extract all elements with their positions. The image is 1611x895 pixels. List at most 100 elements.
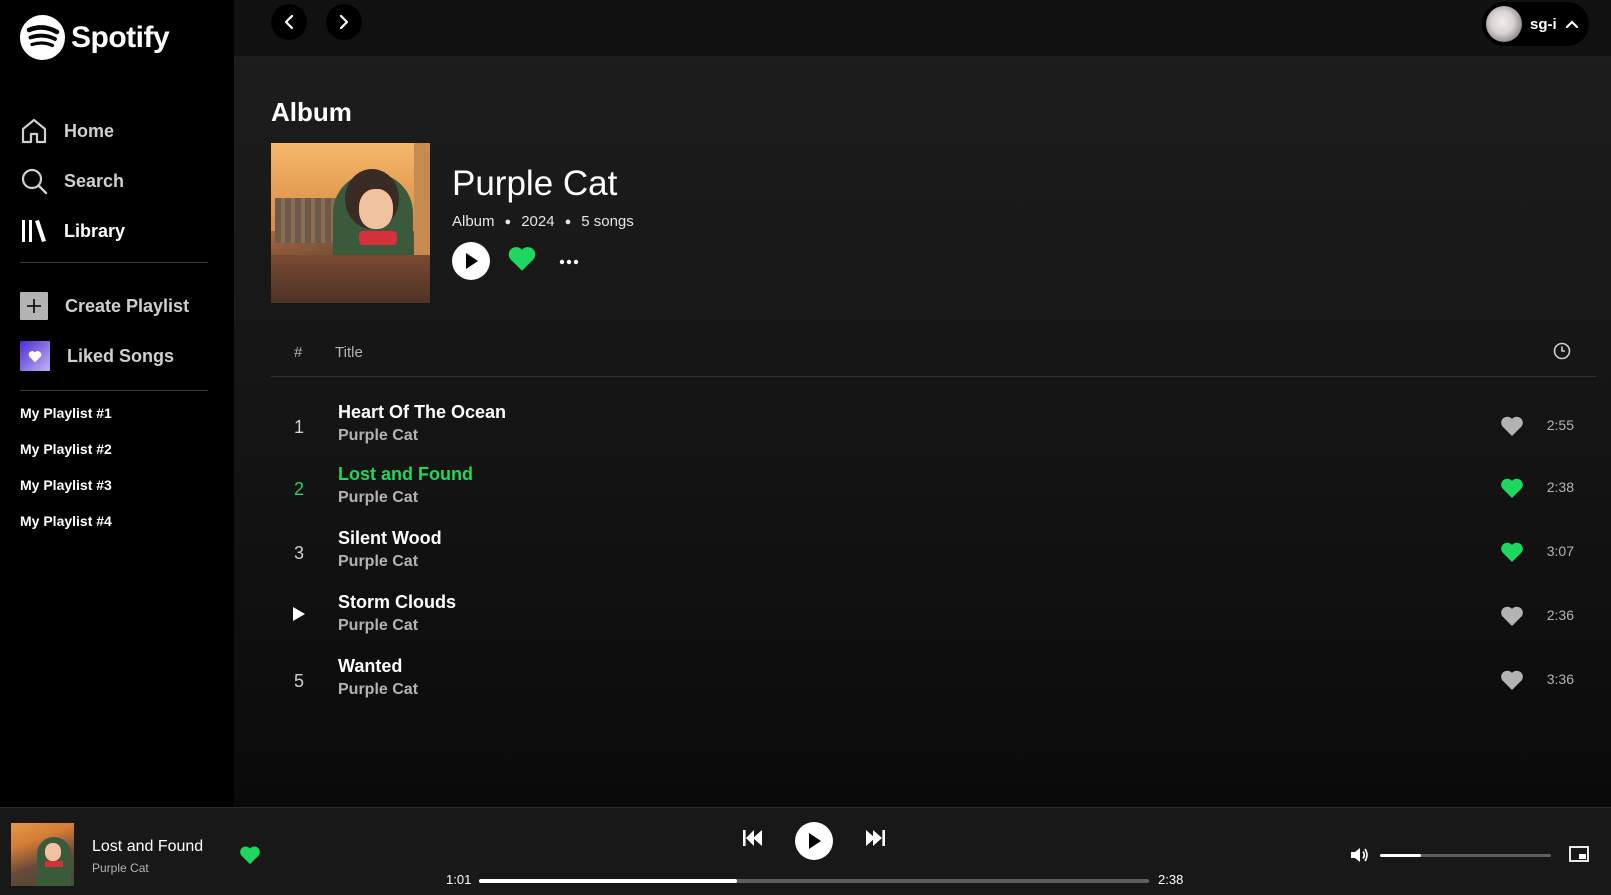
play-icon (466, 253, 478, 269)
chevron-right-icon (339, 14, 349, 30)
username: sg-i (1530, 15, 1557, 33)
column-title: Title (335, 344, 363, 361)
liked-songs-button[interactable]: Liked Songs (20, 341, 174, 371)
miniplayer-button[interactable] (1569, 846, 1589, 867)
track-duration: 2:38 (1546, 479, 1574, 495)
playlist-item[interactable]: My Playlist #2 (20, 441, 112, 477)
main-content: sg-i Album Purple Cat Album ● 2024 ● 5 s… (234, 0, 1611, 807)
topbar: sg-i (234, 0, 1611, 56)
play-pause-button[interactable] (795, 822, 833, 860)
progress-bar[interactable] (479, 879, 1149, 883)
track-play-button[interactable] (289, 606, 309, 627)
heart-icon (1501, 416, 1523, 436)
sidebar-item-home[interactable]: Home (20, 106, 125, 156)
track-row[interactable]: 2 Lost and Found Purple Cat 2:38 (271, 459, 1596, 523)
more-options-button[interactable] (559, 252, 579, 270)
spotify-wordmark: Spotify (71, 20, 170, 54)
spotify-logo[interactable]: Spotify (20, 15, 170, 60)
column-number: # (294, 344, 303, 361)
track-row[interactable]: Storm Clouds Purple Cat 2:36 (271, 587, 1596, 651)
avatar (1486, 6, 1522, 42)
track-number: 2 (293, 479, 304, 499)
user-menu-button[interactable]: sg-i (1482, 2, 1589, 46)
sidebar-nav: Home Search Library (20, 106, 125, 256)
track-title[interactable]: Storm Clouds (338, 592, 456, 613)
track-like-button[interactable] (1500, 669, 1524, 696)
track-title[interactable]: Wanted (338, 656, 402, 677)
now-playing-like-button[interactable] (239, 845, 261, 870)
search-icon (21, 168, 48, 195)
sidebar-divider (20, 262, 208, 263)
track-artist[interactable]: Purple Cat (338, 681, 418, 699)
home-icon (21, 118, 47, 144)
miniplayer-icon (1569, 846, 1589, 862)
previous-button[interactable] (742, 828, 764, 853)
track-duration: 3:36 (1546, 671, 1574, 687)
track-title[interactable]: Silent Wood (338, 528, 442, 549)
now-playing-cover[interactable] (11, 823, 74, 886)
heart-icon (240, 846, 260, 865)
track-title[interactable]: Heart Of The Ocean (338, 402, 506, 423)
sidebar-item-label: Search (64, 170, 125, 191)
total-time: 2:38 (1158, 872, 1184, 887)
sidebar-item-library[interactable]: Library (20, 206, 125, 256)
album-title: Purple Cat (452, 164, 618, 203)
volume-fill (1380, 854, 1422, 857)
track-duration: 3:07 (1546, 543, 1574, 559)
page-title: Album (271, 97, 352, 127)
track-artist[interactable]: Purple Cat (338, 617, 418, 635)
skip-forward-icon (866, 830, 885, 846)
album-actions (452, 242, 579, 280)
create-playlist-button[interactable]: Create Playlist (20, 292, 189, 320)
volume-slider[interactable] (1380, 854, 1551, 857)
playlist-item[interactable]: My Playlist #3 (20, 477, 112, 513)
sidebar-item-search[interactable]: Search (20, 156, 125, 206)
skip-back-icon (743, 830, 762, 846)
track-row[interactable]: 1 Heart Of The Ocean Purple Cat 2:55 (271, 397, 1596, 461)
current-time: 1:01 (446, 872, 472, 887)
forward-button[interactable] (326, 4, 362, 40)
heart-icon (1501, 606, 1523, 626)
more-icon (559, 259, 579, 265)
now-playing-artist[interactable]: Purple Cat (92, 861, 149, 875)
track-artist[interactable]: Purple Cat (338, 553, 418, 571)
clock-icon (1553, 342, 1571, 364)
track-number: 1 (293, 417, 304, 437)
heart-icon (1501, 478, 1523, 498)
album-play-button[interactable] (452, 242, 490, 280)
track-like-button[interactable] (1500, 415, 1524, 442)
progress-fill (479, 879, 737, 883)
spotify-logo-icon (20, 15, 65, 60)
playlist-item[interactable]: My Playlist #1 (20, 405, 112, 441)
volume-button[interactable] (1349, 846, 1369, 869)
track-artist[interactable]: Purple Cat (338, 427, 418, 445)
player-bar: Lost and Found Purple Cat 1:01 2:38 (0, 807, 1611, 895)
heart-icon (20, 341, 50, 371)
track-duration: 2:55 (1546, 417, 1574, 433)
create-playlist-label: Create Playlist (65, 295, 190, 316)
album-type: Album (452, 213, 495, 230)
back-button[interactable] (271, 4, 307, 40)
sidebar-item-label: Library (64, 220, 126, 241)
tracklist-header: # Title (271, 336, 1596, 377)
track-title[interactable]: Lost and Found (338, 464, 473, 485)
library-icon (22, 220, 46, 242)
track-row[interactable]: 3 Silent Wood Purple Cat 3:07 (271, 523, 1596, 587)
album-year: 2024 (521, 213, 555, 230)
chevron-left-icon (284, 14, 294, 30)
sidebar-item-label: Home (64, 120, 115, 141)
track-like-button[interactable] (1500, 605, 1524, 632)
sidebar-divider (20, 390, 208, 391)
track-like-button[interactable] (1500, 541, 1524, 568)
track-number: 5 (293, 671, 304, 691)
track-artist[interactable]: Purple Cat (338, 489, 418, 507)
track-row[interactable]: 5 Wanted Purple Cat 3:36 (271, 651, 1596, 715)
plus-icon (20, 292, 48, 320)
liked-songs-label: Liked Songs (67, 345, 175, 366)
album-like-button[interactable] (507, 245, 537, 277)
now-playing-title[interactable]: Lost and Found (92, 838, 203, 856)
play-icon (809, 833, 821, 849)
playlist-item[interactable]: My Playlist #4 (20, 513, 112, 549)
next-button[interactable] (864, 828, 886, 853)
track-like-button[interactable] (1500, 477, 1524, 504)
